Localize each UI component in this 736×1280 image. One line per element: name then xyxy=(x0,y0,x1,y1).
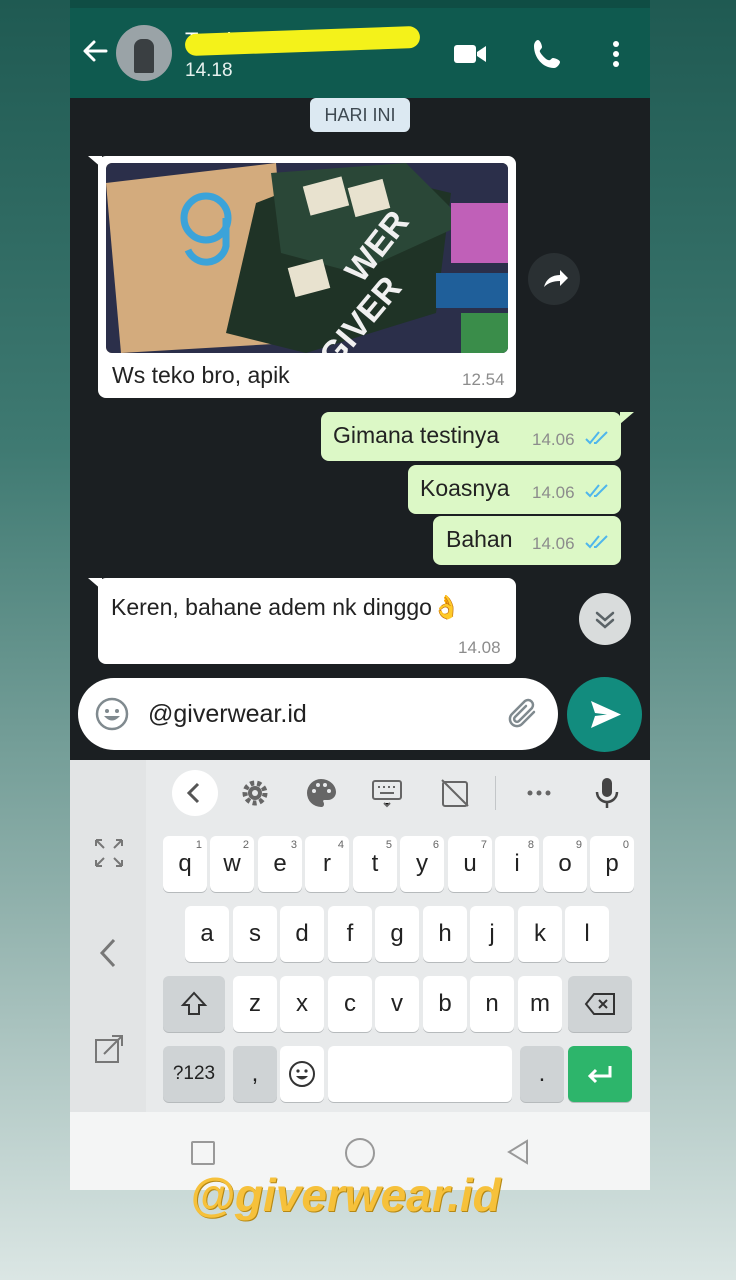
message-incoming[interactable]: Keren, bahane adem nk dinggo👌 14.08 xyxy=(98,578,516,664)
more-horiz-icon[interactable] xyxy=(522,776,556,810)
key-h[interactable]: h xyxy=(423,906,467,962)
key-v[interactable]: v xyxy=(375,976,419,1032)
back-nav-icon[interactable] xyxy=(505,1138,531,1166)
message-input[interactable]: @giverwear.id xyxy=(78,678,558,750)
read-ticks-icon xyxy=(585,535,608,549)
shift-icon xyxy=(180,991,208,1015)
space-key[interactable] xyxy=(328,1046,512,1102)
forward-button[interactable] xyxy=(528,253,580,305)
palette-icon[interactable] xyxy=(304,776,338,810)
message-outgoing[interactable]: Koasnya 14.06 xyxy=(408,465,621,514)
toolbar-divider xyxy=(495,776,496,810)
key-z[interactable]: z xyxy=(233,976,277,1032)
message-time: 14.08 xyxy=(458,638,501,657)
chevron-left-icon xyxy=(186,782,200,804)
photo-illustration: WER GIVER xyxy=(106,163,508,353)
keyboard-layout-icon[interactable] xyxy=(370,776,404,810)
key-p[interactable]: p0 xyxy=(590,836,634,892)
attach-icon[interactable] xyxy=(506,696,542,732)
key-s[interactable]: s xyxy=(233,906,277,962)
key-x[interactable]: x xyxy=(280,976,324,1032)
forward-icon xyxy=(544,270,568,287)
video-call-icon[interactable] xyxy=(452,36,488,72)
chat-area[interactable]: HARI INI WER GIVER Ws teko bro, apik 12.… xyxy=(70,98,650,760)
message-image-incoming[interactable]: WER GIVER Ws teko bro, apik 12.54 xyxy=(98,156,516,398)
message-time: 14.06 xyxy=(532,483,575,502)
key-i[interactable]: i8 xyxy=(495,836,539,892)
floating-keyboard-icon[interactable] xyxy=(92,1032,126,1066)
key-f[interactable]: f xyxy=(328,906,372,962)
backspace-icon xyxy=(584,993,615,1015)
phone-screen: Te ek Ar 14.18 HARI INI xyxy=(70,0,650,1190)
back-arrow-icon[interactable] xyxy=(80,36,110,66)
message-time: 12.54 xyxy=(462,370,505,389)
settings-icon[interactable] xyxy=(238,776,272,810)
symbols-key[interactable]: ?123 xyxy=(163,1046,225,1102)
day-chip: HARI INI xyxy=(310,98,410,132)
chevron-left-icon[interactable] xyxy=(96,936,122,970)
keyboard-toolbar xyxy=(146,760,650,826)
expand-icon[interactable] xyxy=(92,836,126,870)
backspace-key[interactable] xyxy=(568,976,632,1032)
avatar[interactable] xyxy=(116,25,172,81)
key-u[interactable]: u7 xyxy=(448,836,492,892)
keyboard: q1 w2 e3 r4 t5 y6 u7 i8 o9 p0 a s d f g … xyxy=(70,760,650,1112)
comma-key[interactable]: , xyxy=(233,1046,277,1102)
shift-key[interactable] xyxy=(163,976,225,1032)
message-text: Bahan xyxy=(446,526,513,552)
key-l[interactable]: l xyxy=(565,906,609,962)
last-seen: 14.18 xyxy=(185,60,233,81)
message-time: 14.06 xyxy=(532,534,575,553)
keyboard-side-panel xyxy=(70,760,146,1112)
chat-header: Te ek Ar 14.18 xyxy=(70,8,650,98)
product-photo[interactable]: WER GIVER xyxy=(106,163,508,353)
scroll-to-bottom-button[interactable] xyxy=(579,593,631,645)
emoji-icon xyxy=(289,1061,315,1087)
key-o[interactable]: o9 xyxy=(543,836,587,892)
toolbar-back-button[interactable] xyxy=(172,770,218,816)
key-y[interactable]: y6 xyxy=(400,836,444,892)
phone-icon[interactable] xyxy=(530,36,566,72)
enter-key[interactable] xyxy=(568,1046,632,1102)
key-r[interactable]: r4 xyxy=(305,836,349,892)
key-b[interactable]: b xyxy=(423,976,467,1032)
message-text: Koasnya xyxy=(420,475,510,501)
clipboard-off-icon[interactable] xyxy=(438,776,472,810)
message-text: Keren, bahane adem nk dinggo👌 xyxy=(111,594,461,620)
recents-icon[interactable] xyxy=(191,1141,215,1165)
more-vert-icon[interactable] xyxy=(598,36,634,72)
send-button[interactable] xyxy=(567,677,642,752)
message-time: 14.06 xyxy=(532,430,575,449)
status-bar xyxy=(70,0,650,8)
message-text: Ws teko bro, apik xyxy=(112,362,290,388)
enter-icon xyxy=(587,1066,612,1084)
microphone-icon[interactable] xyxy=(590,776,624,810)
message-outgoing[interactable]: Gimana testinya 14.06 xyxy=(321,412,621,461)
key-t[interactable]: t5 xyxy=(353,836,397,892)
read-ticks-icon xyxy=(585,431,608,445)
key-g[interactable]: g xyxy=(375,906,419,962)
double-chevron-down-icon xyxy=(595,611,615,629)
key-n[interactable]: n xyxy=(470,976,514,1032)
input-value[interactable]: @giverwear.id xyxy=(148,700,307,729)
emoji-icon[interactable] xyxy=(94,696,130,732)
key-q[interactable]: q1 xyxy=(163,836,207,892)
emoji-key[interactable] xyxy=(280,1046,324,1102)
watermark: @giverwear.id xyxy=(190,1169,501,1221)
bubble-tail xyxy=(620,412,634,424)
message-outgoing[interactable]: Bahan 14.06 xyxy=(433,516,621,565)
key-a[interactable]: a xyxy=(185,906,229,962)
key-c[interactable]: c xyxy=(328,976,372,1032)
message-text: Gimana testinya xyxy=(333,422,500,448)
key-e[interactable]: e3 xyxy=(258,836,302,892)
period-key[interactable]: . xyxy=(520,1046,564,1102)
read-ticks-icon xyxy=(585,484,608,498)
key-d[interactable]: d xyxy=(280,906,324,962)
send-icon xyxy=(591,701,621,728)
key-m[interactable]: m xyxy=(518,976,562,1032)
key-j[interactable]: j xyxy=(470,906,514,962)
key-w[interactable]: w2 xyxy=(210,836,254,892)
home-icon[interactable] xyxy=(345,1138,375,1168)
key-k[interactable]: k xyxy=(518,906,562,962)
